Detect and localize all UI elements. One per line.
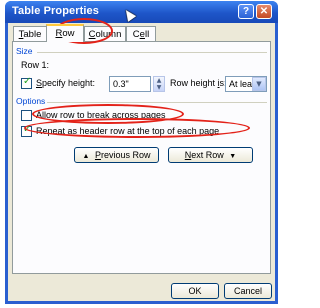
next-row-button[interactable]: Next Row ▼ [168,147,253,163]
repeat-header-pre: Repeat as [36,126,80,136]
specify-height-checkbox[interactable] [21,76,32,89]
size-group-label: Size [16,46,33,56]
allow-break-pre: Allow row to brea [36,110,106,120]
row-height-is-label: Row height is: [170,78,227,88]
tab-table[interactable]: Table [13,26,47,41]
spin-down-icon[interactable]: ▼ [154,84,164,91]
row-height-is-pre: Row height [170,78,218,88]
previous-row-label: revious Row [100,150,151,160]
spin-up-icon[interactable]: ▲ [154,77,164,84]
repeat-header-post: eader row at the top of each page [84,126,220,136]
tab-column-accel: C [88,29,96,40]
up-arrow-icon: ▲ [82,153,90,160]
table-properties-dialog: Table Properties ? ✕ Table Row Column CE… [5,1,278,304]
tab-cell-pre: C [132,29,140,40]
cancel-button[interactable]: Cancel [224,283,272,299]
chevron-down-icon[interactable]: ▼ [252,77,266,91]
tab-table-label: able [23,29,42,40]
allow-break-post: across pages [109,110,166,120]
height-spinner[interactable]: ▲ ▼ [153,76,165,92]
title-bar[interactable]: Table Properties ? ✕ [5,1,278,23]
row-tab-panel: Size Row 1: Specify height: 0.3" ▲ ▼ Row… [12,41,271,274]
tab-cell-label: ll [144,29,150,40]
size-separator [37,52,267,53]
close-button[interactable]: ✕ [256,4,272,19]
tab-row-label: ow [62,28,75,39]
ok-button[interactable]: OK [171,283,219,299]
height-input[interactable]: 0.3" [109,76,151,92]
dialog-body: Table Row Column CEll Size Row 1: Specif… [8,23,275,301]
specify-height-text: pecify height: [42,78,96,88]
options-separator [47,102,267,103]
tab-column[interactable]: Column [84,26,126,41]
dialog-title: Table Properties [12,5,99,17]
repeat-header-checkbox[interactable] [21,124,32,137]
tab-column-label: olumn [95,29,122,40]
previous-row-button[interactable]: ▲ Previous Row [74,147,159,163]
next-row-label: ext Row [191,150,224,160]
repeat-header-label: Repeat as header row at the top of each … [36,126,219,136]
tab-row[interactable]: Row [46,24,84,42]
specify-height-label: Specify height: [36,78,95,88]
options-group-label: Options [16,96,46,106]
help-button[interactable]: ? [238,4,254,19]
row-number-label: Row 1: [21,60,50,70]
allow-break-label: Allow row to break across pages [36,110,166,120]
allow-break-checkbox[interactable] [21,110,32,121]
tab-cell[interactable]: CEll [126,26,156,41]
down-arrow-icon: ▼ [229,153,237,160]
